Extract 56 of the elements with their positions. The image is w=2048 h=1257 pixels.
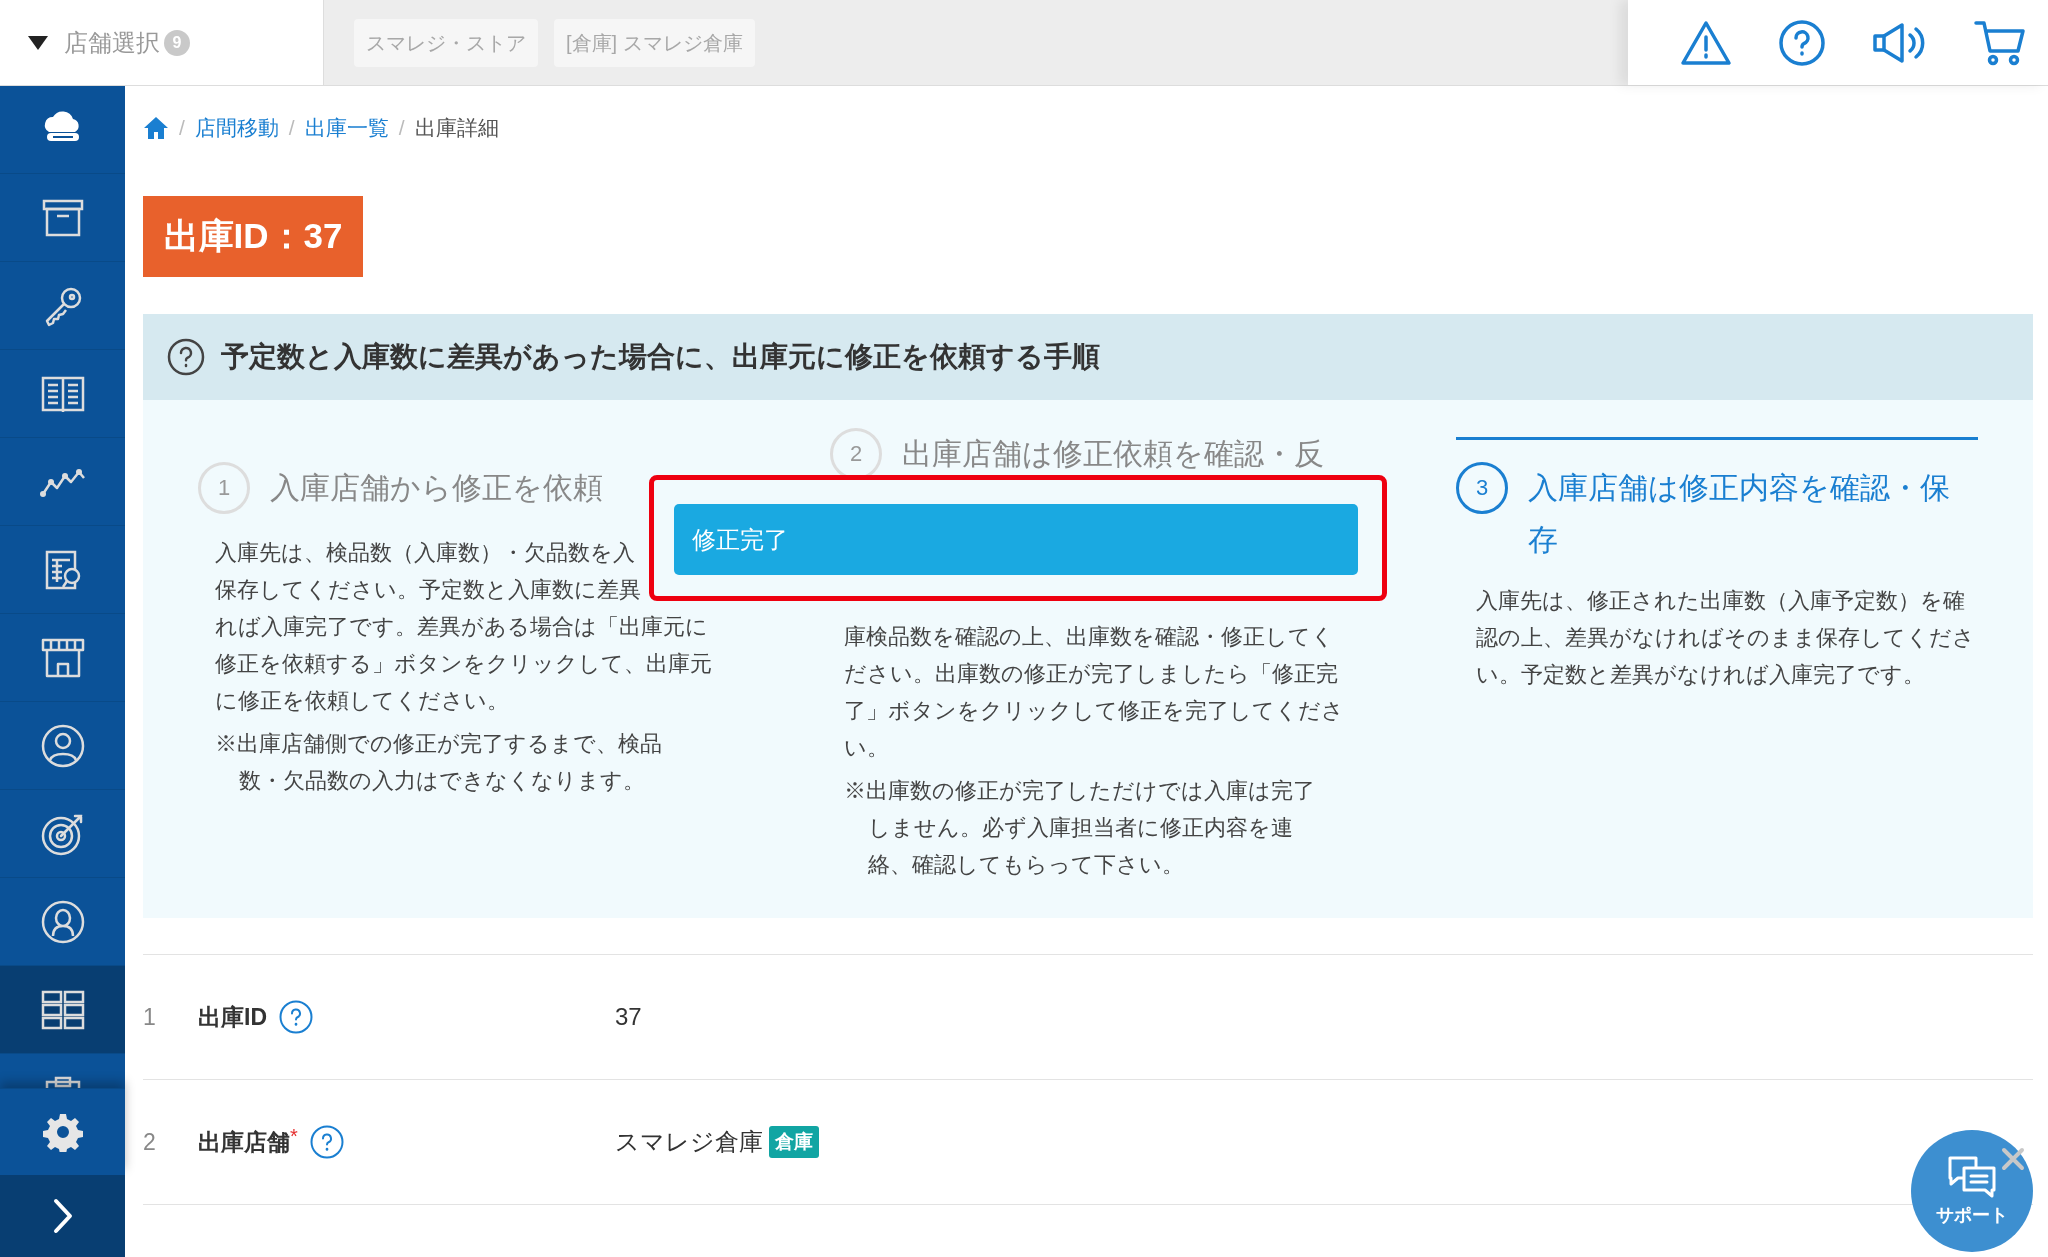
warehouse-tag: 倉庫 <box>769 1126 819 1158</box>
step-text: い。 <box>844 734 889 762</box>
chevron-right-icon <box>51 1198 74 1234</box>
step-note: しません。必ず入庫担当者に修正内容を連 <box>868 815 1293 842</box>
store-selector[interactable]: 店舗選択 <box>64 24 160 61</box>
required-mark: * <box>290 1123 298 1147</box>
step-note: ※出庫数の修正が完了しただけでは入庫は完了 <box>844 778 1315 805</box>
field-value: 37 <box>615 1002 642 1032</box>
breadcrumb-link[interactable]: 店間移動 <box>194 112 279 144</box>
step-number: 1 <box>198 462 250 514</box>
step-text: 修正を依頼する」ボタンをクリックして、出庫元 <box>215 650 712 678</box>
step-number: 3 <box>1456 462 1508 514</box>
field-label: 出庫店舗 <box>198 1127 290 1157</box>
step-title: 出庫店舗は修正依頼を確認・反 <box>902 436 1324 472</box>
step-note: 絡、確認してもらって下さい。 <box>868 852 1184 879</box>
breadcrumb-separator: / <box>179 115 185 142</box>
help-icon[interactable] <box>1778 18 1826 67</box>
page-title: 出庫ID：37 <box>143 196 363 277</box>
field-label: 出庫ID <box>198 1002 267 1032</box>
step-text: 入庫先は、検品数（入庫数）・欠品数を入 <box>215 539 635 567</box>
step-text: ださい。出庫数の修正が完了しましたら「修正完 <box>844 660 1338 688</box>
sidebar-item[interactable] <box>0 966 125 1054</box>
help-icon <box>167 338 205 376</box>
help-icon[interactable] <box>279 1000 313 1034</box>
complete-button[interactable]: 修正完了 <box>674 504 1358 575</box>
support-button[interactable]: サポート <box>1911 1130 2033 1252</box>
home-icon[interactable] <box>143 116 169 140</box>
step-text: 保存してください。予定数と入庫数に差異 <box>215 576 641 604</box>
close-icon[interactable] <box>2001 1147 2025 1171</box>
step-text: 入庫先は、修正された出庫数（入庫予定数）を確 <box>1476 587 1965 615</box>
cart-icon[interactable] <box>1974 18 2026 67</box>
field-value: スマレジ倉庫 <box>615 1127 763 1157</box>
step-text: れば入庫完了です。差異がある場合は「出庫元に <box>215 613 708 641</box>
step-text: 庫検品数を確認の上、出庫数を確認・修正してく <box>844 623 1334 651</box>
breadcrumb-link[interactable]: 出庫一覧 <box>304 112 389 144</box>
step-note: ※出庫店舗側での修正が完了するまで、検品 <box>215 731 662 758</box>
guide-heading: 予定数と入庫数に差異があった場合に、出庫元に修正を依頼する手順 <box>221 340 1100 374</box>
help-icon[interactable] <box>309 1125 344 1159</box>
step-title: 入庫店舗から修正を依頼 <box>270 470 603 506</box>
breadcrumb-current: 出庫詳細 <box>414 115 499 142</box>
row-number: 1 <box>143 1002 157 1032</box>
settings-icon <box>42 1112 83 1152</box>
step-note: 数・欠品数の入力はできなくなります。 <box>239 768 645 795</box>
step-title: 入庫店舗は修正内容を確認・保存 <box>1528 470 1951 558</box>
step-text: 了」ボタンをクリックして修正を完了してくださ <box>844 697 1344 725</box>
breadcrumb-separator: / <box>288 115 295 142</box>
warning-icon[interactable] <box>1680 19 1732 66</box>
step-text: い。予定数と差異がなければ入庫完了です。 <box>1476 661 1925 689</box>
step-text: 認の上、差異がなければそのまま保存してくださ <box>1476 624 1975 652</box>
caret-icon[interactable] <box>28 35 48 50</box>
step-text: に修正を依頼してください。 <box>215 687 509 715</box>
store-chip[interactable]: [倉庫] スマレジ倉庫 <box>554 18 755 67</box>
row-number: 2 <box>143 1127 157 1157</box>
settings-button[interactable] <box>0 1088 125 1175</box>
breadcrumb-separator: / <box>398 115 405 142</box>
store-chip[interactable]: スマレジ・ストア <box>354 18 538 67</box>
